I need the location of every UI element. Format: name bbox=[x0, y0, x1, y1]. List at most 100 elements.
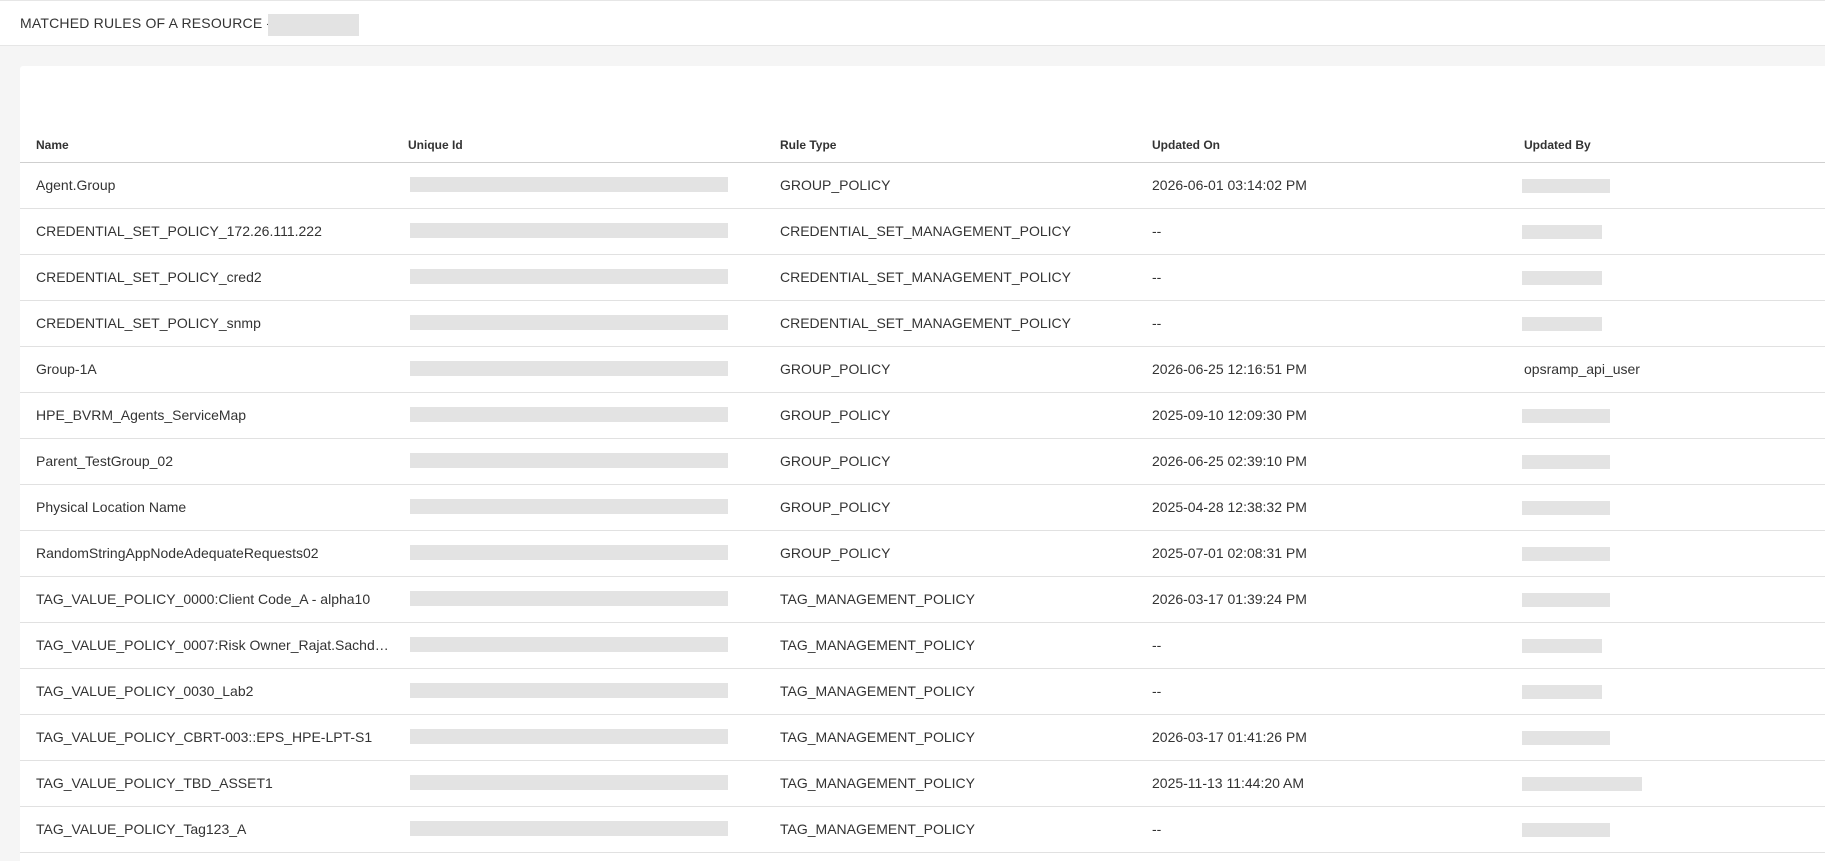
rule-type: CREDENTIAL_SET_MANAGEMENT_POLICY bbox=[780, 269, 1071, 285]
rule-type: CREDENTIAL_SET_MANAGEMENT_POLICY bbox=[780, 315, 1071, 331]
rule-name[interactable]: Parent_TestGroup_02 bbox=[36, 453, 394, 469]
table-row[interactable]: CREDENTIAL_SET_POLICY_cred2 CREDENTIAL_SE… bbox=[20, 255, 1825, 301]
page-title: MATCHED RULES OF A RESOURCE - bbox=[20, 15, 272, 31]
redacted-unique-id bbox=[410, 269, 728, 284]
redacted-unique-id bbox=[410, 775, 728, 790]
rule-name[interactable]: RandomStringAppNodeAdequateRequests02 bbox=[36, 545, 394, 561]
column-header-unique-id[interactable]: Unique Id bbox=[408, 138, 463, 152]
page-header: MATCHED RULES OF A RESOURCE - bbox=[0, 0, 1825, 46]
column-header-name[interactable]: Name bbox=[36, 138, 69, 152]
redacted-updated-by bbox=[1522, 225, 1602, 239]
redacted-unique-id bbox=[410, 407, 728, 422]
rule-type: GROUP_POLICY bbox=[780, 361, 891, 377]
rule-type: TAG_MANAGEMENT_POLICY bbox=[780, 821, 976, 837]
redacted-unique-id bbox=[410, 223, 728, 238]
rule-type: TAG_MANAGEMENT_POLICY bbox=[780, 775, 976, 791]
table-row[interactable]: HPE_BVRM_Agents_ServiceMap GROUP_POLICY 20… bbox=[20, 393, 1825, 439]
rule-name[interactable]: Agent.Group bbox=[36, 177, 394, 193]
table-row[interactable]: TAG_VALUE_POLICY_0030_Lab2 TAG_MANAGEMENT… bbox=[20, 669, 1825, 715]
rule-name[interactable]: HPE_BVRM_Agents_ServiceMap bbox=[36, 407, 394, 423]
redacted-updated-by bbox=[1522, 823, 1610, 837]
table-body: Agent.Group GROUP_POLICY 2026-06-01 03:14:… bbox=[20, 163, 1825, 853]
table-row[interactable]: Parent_TestGroup_02 GROUP_POLICY 2026-06-2… bbox=[20, 439, 1825, 485]
updated-on: 2026-03-17 01:41:26 PM bbox=[1152, 729, 1307, 745]
updated-on: 2025-09-10 12:09:30 PM bbox=[1152, 407, 1307, 423]
table-row[interactable]: Agent.Group GROUP_POLICY 2026-06-01 03:14:… bbox=[20, 163, 1825, 209]
redacted-updated-by bbox=[1522, 455, 1610, 469]
rule-name[interactable]: TAG_VALUE_POLICY_TBD_ASSET1 bbox=[36, 775, 394, 791]
redacted-updated-by bbox=[1522, 317, 1602, 331]
updated-on: -- bbox=[1152, 269, 1162, 285]
redacted-updated-by bbox=[1522, 409, 1610, 423]
table-row[interactable]: RandomStringAppNodeAdequateRequests02 GRO… bbox=[20, 531, 1825, 577]
redacted-unique-id bbox=[410, 177, 728, 192]
table-row[interactable]: Group-1A GROUP_POLICY 2026-06-25 12:16:51 … bbox=[20, 347, 1825, 393]
rule-name[interactable]: TAG_VALUE_POLICY_0030_Lab2 bbox=[36, 683, 394, 699]
updated-on: 2026-06-01 03:14:02 PM bbox=[1152, 177, 1307, 193]
updated-on: -- bbox=[1152, 315, 1162, 331]
updated-on: 2025-04-28 12:38:32 PM bbox=[1152, 499, 1307, 515]
table-row[interactable]: TAG_VALUE_POLICY_Tag123_A TAG_MANAGEMENT_… bbox=[20, 807, 1825, 853]
rule-type: GROUP_POLICY bbox=[780, 453, 891, 469]
redacted-unique-id bbox=[410, 591, 728, 606]
table-row[interactable]: TAG_VALUE_POLICY_0007:Risk Owner_Rajat.S… bbox=[20, 623, 1825, 669]
redacted-updated-by bbox=[1522, 593, 1610, 607]
rule-name[interactable]: CREDENTIAL_SET_POLICY_snmp bbox=[36, 315, 394, 331]
redacted-updated-by bbox=[1522, 685, 1602, 699]
updated-on: 2026-03-17 01:39:24 PM bbox=[1152, 591, 1307, 607]
updated-on: 2026-06-25 02:39:10 PM bbox=[1152, 453, 1307, 469]
rule-name[interactable]: Physical Location Name bbox=[36, 499, 394, 515]
table-header: Name Unique Id Rule Type Updated On Upda… bbox=[20, 128, 1825, 163]
rule-name[interactable]: TAG_VALUE_POLICY_0007:Risk Owner_Rajat.S… bbox=[36, 637, 394, 653]
updated-on: -- bbox=[1152, 683, 1162, 699]
updated-on: 2025-07-01 02:08:31 PM bbox=[1152, 545, 1307, 561]
rule-type: GROUP_POLICY bbox=[780, 177, 891, 193]
table-row[interactable]: CREDENTIAL_SET_POLICY_snmp CREDENTIAL_SET… bbox=[20, 301, 1825, 347]
redacted-updated-by bbox=[1522, 639, 1602, 653]
rule-type: GROUP_POLICY bbox=[780, 545, 891, 561]
redacted-resource-name bbox=[268, 14, 359, 36]
rule-type: TAG_MANAGEMENT_POLICY bbox=[780, 729, 976, 745]
redacted-updated-by bbox=[1522, 179, 1610, 193]
table-row[interactable]: TAG_VALUE_POLICY_TBD_ASSET1 TAG_MANAGEMEN… bbox=[20, 761, 1825, 807]
rule-name[interactable]: TAG_VALUE_POLICY_CBRT-003::EPS_HPE-LPT-S… bbox=[36, 729, 394, 745]
updated-on: -- bbox=[1152, 223, 1162, 239]
rule-name[interactable]: TAG_VALUE_POLICY_Tag123_A bbox=[36, 821, 394, 837]
rule-type: TAG_MANAGEMENT_POLICY bbox=[780, 637, 976, 653]
column-header-rule-type[interactable]: Rule Type bbox=[780, 138, 836, 152]
table-row[interactable]: CREDENTIAL_SET_POLICY_172.26.111.222 CRED… bbox=[20, 209, 1825, 255]
column-header-updated-by[interactable]: Updated By bbox=[1524, 138, 1591, 152]
redacted-unique-id bbox=[410, 729, 728, 744]
rule-type: CREDENTIAL_SET_MANAGEMENT_POLICY bbox=[780, 223, 1071, 239]
rule-name[interactable]: Group-1A bbox=[36, 361, 394, 377]
rule-type: GROUP_POLICY bbox=[780, 499, 891, 515]
updated-on: 2025-11-13 11:44:20 AM bbox=[1152, 775, 1305, 791]
redacted-unique-id bbox=[410, 545, 728, 560]
redacted-updated-by bbox=[1522, 731, 1610, 745]
redacted-unique-id bbox=[410, 499, 728, 514]
rule-name[interactable]: CREDENTIAL_SET_POLICY_cred2 bbox=[36, 269, 394, 285]
updated-on: -- bbox=[1152, 637, 1162, 653]
rule-type: TAG_MANAGEMENT_POLICY bbox=[780, 591, 976, 607]
updated-on: 2026-06-25 12:16:51 PM bbox=[1152, 361, 1307, 377]
rule-name[interactable]: CREDENTIAL_SET_POLICY_172.26.111.222 bbox=[36, 223, 394, 239]
redacted-unique-id bbox=[410, 637, 728, 652]
redacted-unique-id bbox=[410, 821, 728, 836]
table-row[interactable]: Physical Location Name GROUP_POLICY 2025-0… bbox=[20, 485, 1825, 531]
redacted-updated-by bbox=[1522, 501, 1610, 515]
redacted-unique-id bbox=[410, 453, 728, 468]
redacted-unique-id bbox=[410, 683, 728, 698]
rule-type: GROUP_POLICY bbox=[780, 407, 891, 423]
rule-type: TAG_MANAGEMENT_POLICY bbox=[780, 683, 976, 699]
table-row[interactable]: TAG_VALUE_POLICY_0000:Client Code_A - al… bbox=[20, 577, 1825, 623]
redacted-unique-id bbox=[410, 361, 728, 376]
redacted-updated-by bbox=[1522, 547, 1610, 561]
column-header-updated-on[interactable]: Updated On bbox=[1152, 138, 1220, 152]
rule-name[interactable]: TAG_VALUE_POLICY_0000:Client Code_A - al… bbox=[36, 591, 394, 607]
redacted-updated-by bbox=[1522, 271, 1602, 285]
matched-rules-panel: Name Unique Id Rule Type Updated On Upda… bbox=[20, 66, 1825, 861]
redacted-updated-by bbox=[1522, 777, 1642, 791]
table-row[interactable]: TAG_VALUE_POLICY_CBRT-003::EPS_HPE-LPT-S… bbox=[20, 715, 1825, 761]
redacted-unique-id bbox=[410, 315, 728, 330]
updated-by: opsramp_api_user bbox=[1524, 361, 1640, 377]
